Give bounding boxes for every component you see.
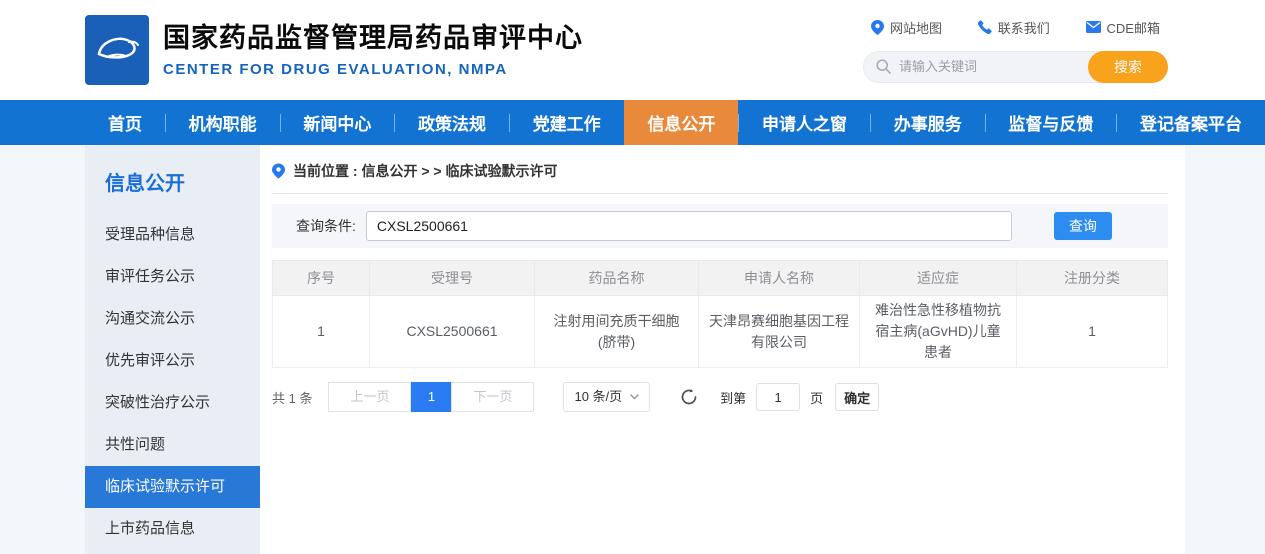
prev-page-button[interactable]: 上一页 [328, 382, 411, 412]
breadcrumb-label: 当前位置 : 信息公开 > > 临床试验默示许可 [293, 161, 557, 181]
table-header-row: 序号 受理号 药品名称 申请人名称 适应症 注册分类 [273, 261, 1168, 296]
site-search-button[interactable]: 搜索 [1088, 51, 1168, 83]
location-pin-icon [871, 20, 884, 35]
cell-drug-name: 注射用间充质干细胞(脐带) [535, 296, 699, 368]
site-header: 国家药品监督管理局药品审评中心 CENTER FOR DRUG EVALUATI… [0, 0, 1265, 100]
table-row: 1 CXSL2500661 注射用间充质干细胞(脐带) 天津昂赛细胞基因工程有限… [273, 296, 1168, 368]
sidebar-item-accepted-varieties[interactable]: 受理品种信息 [85, 214, 260, 256]
sidebar: 信息公开 受理品种信息 审评任务公示 沟通交流公示 优先审评公示 突破性治疗公示… [85, 145, 260, 554]
nav-item-applicant-window[interactable]: 申请人之窗 [739, 100, 870, 145]
sidebar-item-review-tasks[interactable]: 审评任务公示 [85, 256, 260, 298]
pagination-total: 共 1 条 [272, 388, 312, 407]
col-header-seq: 序号 [273, 261, 370, 296]
goto-page-label: 到第 [720, 388, 746, 407]
swan-logo-icon [93, 30, 141, 70]
goto-page-unit: 页 [810, 388, 823, 407]
nav-item-services[interactable]: 办事服务 [871, 100, 985, 145]
nav-item-info-disclosure[interactable]: 信息公开 [624, 100, 738, 145]
current-page-button[interactable]: 1 [411, 382, 451, 412]
query-bar: 查询条件: 查询 [272, 204, 1168, 248]
contact-link-label: 联系我们 [998, 18, 1050, 37]
cell-applicant: 天津昂赛细胞基因工程有限公司 [699, 296, 860, 368]
col-header-applicant: 申请人名称 [699, 261, 860, 296]
contact-link[interactable]: 联系我们 [978, 18, 1050, 37]
site-search-input[interactable] [899, 59, 1069, 74]
brand: 国家药品监督管理局药品审评中心 CENTER FOR DRUG EVALUATI… [85, 15, 583, 85]
site-title: 国家药品监督管理局药品审评中心 [163, 22, 583, 54]
sidebar-title: 信息公开 [85, 167, 260, 196]
cde-logo [85, 15, 149, 85]
cell-seq: 1 [273, 296, 370, 368]
mail-icon [1086, 21, 1101, 33]
location-pin-icon [272, 163, 285, 179]
nav-item-registration-platform[interactable]: 登记备案平台 [1117, 100, 1265, 145]
content-container: 信息公开 受理品种信息 审评任务公示 沟通交流公示 优先审评公示 突破性治疗公示… [85, 145, 1185, 554]
nav-item-supervision-feedback[interactable]: 监督与反馈 [985, 100, 1116, 145]
col-header-acceptance-no: 受理号 [370, 261, 535, 296]
page-size-value: 10 条/页 [574, 383, 622, 411]
query-button[interactable]: 查询 [1054, 212, 1112, 240]
col-header-registration-category: 注册分类 [1017, 261, 1168, 296]
nav-item-policies[interactable]: 政策法规 [395, 100, 509, 145]
cde-mail-link[interactable]: CDE邮箱 [1086, 18, 1160, 37]
sidebar-item-priority-review[interactable]: 优先审评公示 [85, 340, 260, 382]
main-nav: 首页 机构职能 新闻中心 政策法规 党建工作 信息公开 申请人之窗 办事服务 监… [0, 100, 1265, 145]
refresh-button[interactable] [680, 388, 698, 406]
goto-confirm-button[interactable]: 确定 [835, 383, 879, 411]
cell-registration-category: 1 [1017, 296, 1168, 368]
nav-item-news[interactable]: 新闻中心 [280, 100, 394, 145]
sitemap-link-label: 网站地图 [890, 18, 942, 37]
col-header-indication: 适应症 [860, 261, 1017, 296]
next-page-button[interactable]: 下一页 [451, 382, 534, 412]
pagination: 共 1 条 上一页 1 下一页 10 条/页 到第 页 确定 [272, 382, 1168, 412]
site-subtitle: CENTER FOR DRUG EVALUATION, NMPA [163, 61, 583, 78]
nav-item-home[interactable]: 首页 [85, 100, 165, 145]
sidebar-item-communication[interactable]: 沟通交流公示 [85, 298, 260, 340]
pagination-group: 上一页 1 下一页 [328, 382, 534, 412]
nav-item-functions[interactable]: 机构职能 [166, 100, 280, 145]
sitemap-link[interactable]: 网站地图 [871, 18, 942, 37]
breadcrumb: 当前位置 : 信息公开 > > 临床试验默示许可 [272, 155, 1168, 194]
search-icon [876, 59, 891, 74]
site-search: 搜索 [863, 51, 1168, 83]
results-table: 序号 受理号 药品名称 申请人名称 适应症 注册分类 1 CXSL2500661… [272, 260, 1168, 368]
sidebar-item-marketed-drugs[interactable]: 上市药品信息 [85, 508, 260, 550]
page-body: 信息公开 受理品种信息 审评任务公示 沟通交流公示 优先审评公示 突破性治疗公示… [0, 145, 1265, 554]
sidebar-item-clinical-trial-implied-license[interactable]: 临床试验默示许可 [85, 466, 260, 508]
goto-page-input[interactable] [756, 383, 800, 411]
col-header-drug-name: 药品名称 [535, 261, 699, 296]
page-size-select[interactable]: 10 条/页 [563, 382, 650, 412]
cell-acceptance-no: CXSL2500661 [370, 296, 535, 368]
brand-text: 国家药品监督管理局药品审评中心 CENTER FOR DRUG EVALUATI… [163, 22, 583, 77]
top-links: 网站地图 联系我们 CDE邮箱 [863, 18, 1168, 37]
header-right: 网站地图 联系我们 CDE邮箱 搜索 [863, 18, 1168, 83]
cde-mail-link-label: CDE邮箱 [1107, 18, 1160, 37]
phone-icon [978, 20, 992, 34]
nav-item-party-building[interactable]: 党建工作 [510, 100, 624, 145]
query-input[interactable] [366, 211, 1012, 241]
query-label: 查询条件: [296, 216, 356, 236]
main-content: 当前位置 : 信息公开 > > 临床试验默示许可 查询条件: 查询 序号 受理号… [260, 145, 1186, 554]
cell-indication: 难治性急性移植物抗宿主病(aGvHD)儿童患者 [860, 296, 1017, 368]
refresh-icon [680, 388, 698, 406]
chevron-down-icon [630, 394, 639, 400]
sidebar-item-breakthrough-therapy[interactable]: 突破性治疗公示 [85, 382, 260, 424]
sidebar-item-common-issues[interactable]: 共性问题 [85, 424, 260, 466]
